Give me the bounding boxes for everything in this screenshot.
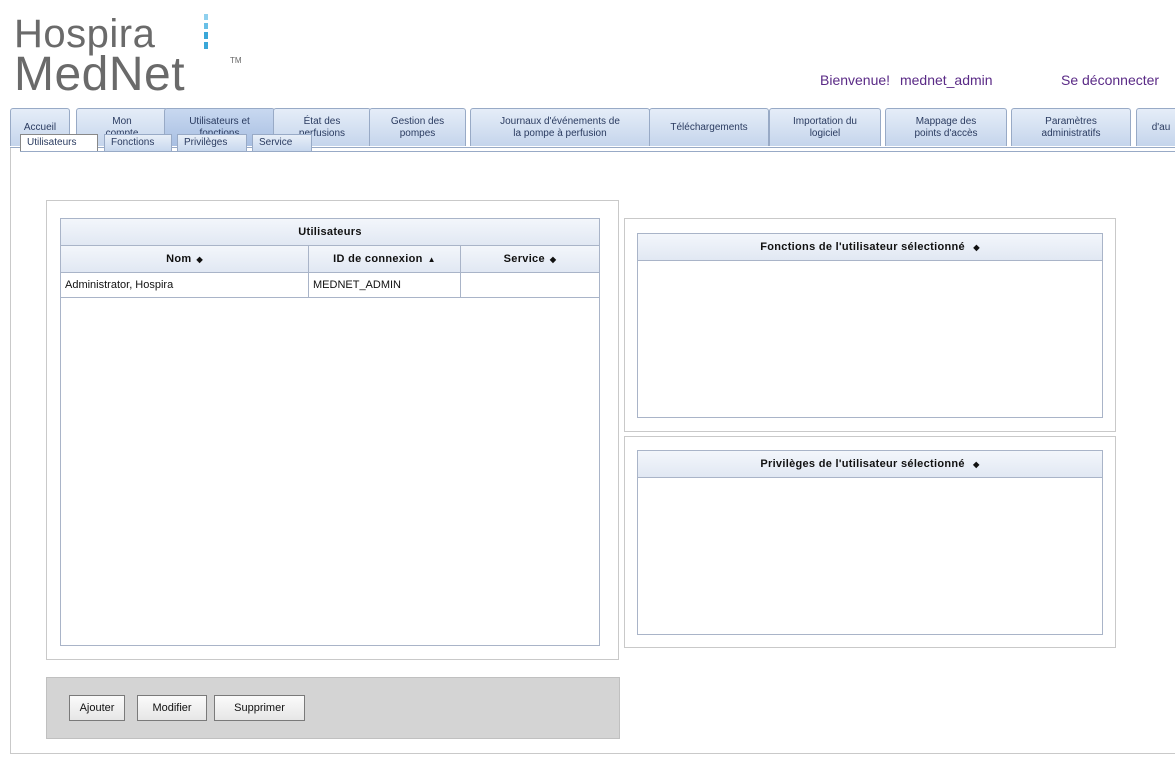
column-service[interactable]: Service ◆ [461,246,599,272]
column-id-connexion-label: ID de connexion [333,253,423,265]
privileges-grid: Privilèges de l'utilisateur sélectionné … [637,450,1103,635]
sub-tabs-divider [20,151,1175,152]
column-nom-label: Nom [166,253,192,265]
add-button[interactable]: Ajouter [69,695,125,721]
logo-line2: MedNet [14,48,186,101]
cell-id-connexion: MEDNET_ADMIN [309,273,461,297]
tab-parametres-administratifs[interactable]: Paramètres administratifs [1011,108,1131,146]
privileges-grid-title[interactable]: Privilèges de l'utilisateur sélectionné … [638,451,1102,478]
logout-link[interactable]: Se déconnecter [1061,72,1159,88]
sort-both-icon: ◆ [973,243,980,252]
sort-both-icon: ◆ [973,460,980,469]
welcome-message: Bienvenue! mednet_admin [820,72,993,88]
users-grid-title: Utilisateurs [61,219,599,246]
hospira-mednet-logo: Hospira MedNet TM [14,14,242,101]
sort-both-icon: ◆ [549,254,557,264]
tab-telechargements[interactable]: Téléchargements [649,108,769,146]
tab-mappage-points-acces[interactable]: Mappage des points d'accès [885,108,1007,146]
column-nom[interactable]: Nom ◆ [61,246,309,272]
welcome-text: Bienvenue! [820,72,891,88]
subtab-service[interactable]: Service [252,134,312,151]
subtab-fonctions[interactable]: Fonctions [104,134,172,151]
sort-both-icon: ◆ [196,254,203,264]
cell-nom: Administrator, Hospira [61,273,309,297]
action-bar: Ajouter Modifier Supprimer [46,677,620,739]
privileges-grid-title-label: Privilèges de l'utilisateur sélectionné [760,458,965,470]
functions-grid-title-label: Fonctions de l'utilisateur sélectionné [760,241,965,253]
tab-journaux-evenements[interactable]: Journaux d'événements de la pompe à perf… [470,108,650,146]
functions-grid: Fonctions de l'utilisateur sélectionné ◆ [637,233,1103,418]
tab-gestion-pompes[interactable]: Gestion des pompes [369,108,466,146]
edit-button[interactable]: Modifier [137,695,207,721]
subtab-privileges[interactable]: Privilèges [177,134,247,151]
column-id-connexion[interactable]: ID de connexion ▲ [309,246,461,272]
cell-service [461,273,599,297]
tab-overflow[interactable]: d'au [1136,108,1175,146]
delete-button[interactable]: Supprimer [214,695,305,721]
column-service-label: Service [503,253,545,265]
users-grid-header: Nom ◆ ID de connexion ▲ Service ◆ [61,246,599,273]
logo-accent-icon [204,14,208,52]
username-label: mednet_admin [899,72,993,88]
functions-grid-title[interactable]: Fonctions de l'utilisateur sélectionné ◆ [638,234,1102,261]
sort-ascending-icon: ▲ [427,254,436,264]
logo-trademark: TM [230,56,242,65]
users-grid: Utilisateurs Nom ◆ ID de connexion ▲ Ser… [60,218,600,646]
table-row[interactable]: Administrator, Hospira MEDNET_ADMIN [61,273,599,298]
subtab-utilisateurs[interactable]: Utilisateurs [20,134,98,151]
tab-importation-logiciel[interactable]: Importation du logiciel [769,108,881,146]
